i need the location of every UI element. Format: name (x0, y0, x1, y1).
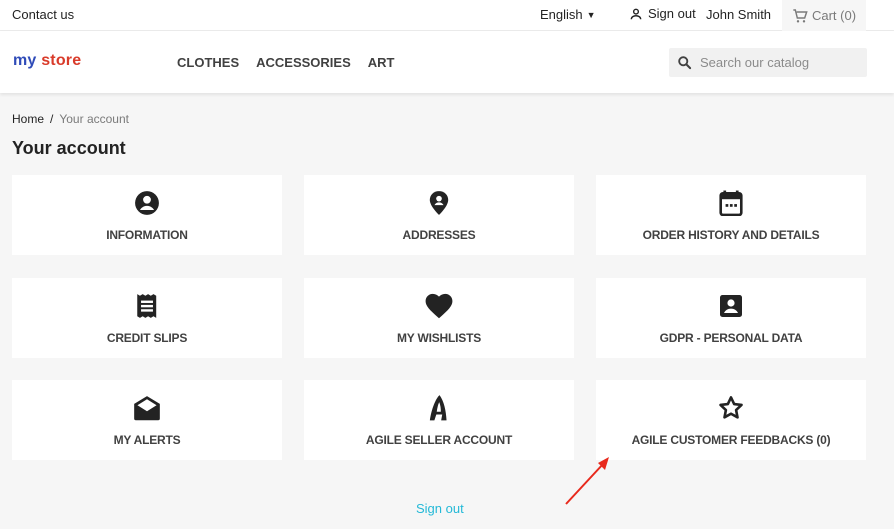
receipt-icon (137, 294, 157, 318)
card-label: MY ALERTS (113, 433, 181, 447)
user-name-link[interactable]: John Smith (706, 7, 771, 22)
logo-text-store: store (41, 52, 82, 69)
card-label: AGILE SELLER ACCOUNT (365, 433, 513, 447)
breadcrumb: Home / Your account (12, 112, 129, 126)
contact-us-link[interactable]: Contact us (12, 7, 74, 22)
nav-item-accessories[interactable]: ACCESSORIES (256, 55, 351, 70)
sign-out-bottom-link[interactable]: Sign out (416, 501, 464, 516)
agile-logo-icon (429, 395, 447, 421)
card-label: MY WISHLISTS (396, 331, 482, 345)
star-outline-icon (719, 396, 743, 419)
cart-label: Cart (0) (811, 8, 857, 23)
breadcrumb-separator: / (50, 112, 54, 126)
page-title: Your account (12, 138, 126, 158)
search-box (669, 48, 867, 77)
user-icon (630, 8, 642, 19)
search-icon[interactable] (677, 55, 692, 70)
nav-item-clothes[interactable]: CLOTHES (177, 55, 239, 70)
logo-text-my: my (13, 52, 37, 69)
calendar-icon (719, 190, 743, 216)
card-gdpr[interactable]: GDPR - PERSONAL DATA (596, 278, 866, 358)
card-agile-seller[interactable]: AGILE SELLER ACCOUNT (304, 380, 574, 460)
breadcrumb-current: Your account (59, 112, 129, 126)
cart-icon (793, 8, 808, 23)
caret-down-icon: ▼ (586, 9, 596, 20)
card-order-history[interactable]: ORDER HISTORY AND DETAILS (596, 175, 866, 255)
location-pin-icon (429, 191, 449, 215)
card-label: ADDRESSES (402, 228, 476, 242)
heart-icon (425, 293, 453, 319)
card-agile-feedbacks[interactable]: AGILE CUSTOMER FEEDBACKS (0) (596, 380, 866, 460)
card-addresses[interactable]: ADDRESSES (304, 175, 574, 255)
card-credit-slips[interactable]: CREDIT SLIPS (12, 278, 282, 358)
store-logo[interactable]: my store (13, 52, 81, 70)
breadcrumb-home[interactable]: Home (12, 112, 44, 126)
sign-out-link[interactable]: Sign out (629, 6, 696, 21)
card-label: ORDER HISTORY AND DETAILS (642, 228, 820, 242)
card-information[interactable]: INFORMATION (12, 175, 282, 255)
main-nav: CLOTHES ACCESSORIES ART (177, 55, 394, 70)
sign-out-label: Sign out (648, 6, 696, 21)
main-header: my store CLOTHES ACCESSORIES ART (0, 31, 894, 93)
contact-card-icon (720, 295, 742, 317)
language-label: English (540, 7, 583, 22)
card-alerts[interactable]: MY ALERTS (12, 380, 282, 460)
card-wishlists[interactable]: MY WISHLISTS (304, 278, 574, 358)
nav-item-art[interactable]: ART (368, 55, 395, 70)
card-label: AGILE CUSTOMER FEEDBACKS (0) (631, 433, 831, 447)
account-circle-icon (135, 191, 159, 215)
card-label: INFORMATION (106, 228, 188, 242)
card-label: CREDIT SLIPS (106, 331, 188, 345)
language-selector[interactable]: English ▼ (540, 7, 596, 22)
cart-button[interactable]: Cart (0) (782, 0, 866, 31)
top-bar: Contact us English ▼ Sign out John Smith… (0, 0, 894, 31)
open-envelope-icon (134, 396, 160, 421)
search-input[interactable] (700, 55, 860, 70)
card-label: GDPR - PERSONAL DATA (659, 331, 803, 345)
